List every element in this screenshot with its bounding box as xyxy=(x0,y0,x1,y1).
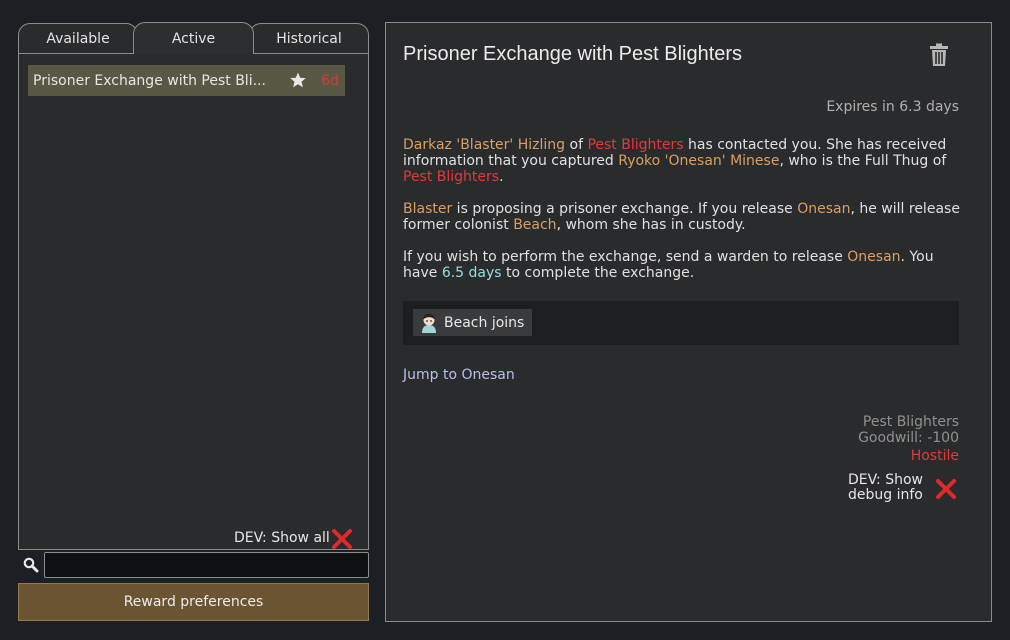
dev-debug-label: DEV: Show debug info xyxy=(848,473,924,503)
text: is proposing a prisoner exchange. If you… xyxy=(452,201,798,217)
time-remaining: 6.5 days xyxy=(441,265,502,281)
name-blaster: Darkaz 'Blaster' Hizling xyxy=(403,137,566,153)
text: of xyxy=(565,137,588,153)
close-icon[interactable] xyxy=(935,478,957,504)
text: If you wish to perform the exchange, sen… xyxy=(403,249,848,265)
dev-show-all-label: DEV: Show all xyxy=(234,530,330,546)
reward-item[interactable]: Beach joins xyxy=(413,309,533,338)
quest-list-panel: Prisoner Exchange with Pest Bli... 6d DE… xyxy=(18,53,369,550)
faction-link: Pest Blighters xyxy=(587,137,684,153)
tab-available[interactable]: Available xyxy=(18,23,138,53)
text: to complete the exchange. xyxy=(501,265,695,281)
rewards-box: Beach joins xyxy=(403,301,959,345)
expires-label: Expires in 6.3 days xyxy=(826,99,959,115)
search-icon xyxy=(23,557,39,577)
description-paragraph-2: Blaster is proposing a prisoner exchange… xyxy=(403,201,969,233)
reward-label: Beach joins xyxy=(444,314,525,331)
tab-historical[interactable]: Historical xyxy=(249,23,369,53)
tab-active[interactable]: Active xyxy=(133,22,254,54)
close-icon[interactable] xyxy=(331,528,353,554)
name-onesan: Onesan xyxy=(797,201,851,217)
reward-preferences-button[interactable]: Reward preferences xyxy=(18,583,369,621)
name-blaster: Blaster xyxy=(403,201,453,217)
quest-detail-panel: Prisoner Exchange with Pest Blighters Ex… xyxy=(385,22,992,622)
name-onesan: Ryoko 'Onesan' Minese xyxy=(618,153,780,169)
faction-name: Pest Blighters xyxy=(862,414,959,430)
faction-goodwill: Goodwill: -100 xyxy=(858,430,959,446)
faction-relation: Hostile xyxy=(910,448,959,464)
faction-link: Pest Blighters xyxy=(403,169,500,185)
pawn-icon xyxy=(419,312,439,338)
name-onesan: Onesan xyxy=(847,249,901,265)
name-beach: Beach xyxy=(513,217,557,233)
jump-to-onesan-link[interactable]: Jump to Onesan xyxy=(403,367,515,383)
trash-icon[interactable] xyxy=(929,43,949,71)
description-paragraph-1: Darkaz 'Blaster' Hizling of Pest Blighte… xyxy=(403,137,969,185)
star-icon[interactable] xyxy=(289,71,307,93)
text: . xyxy=(499,169,504,185)
quest-item-days: 6d xyxy=(321,72,339,89)
description-paragraph-3: If you wish to perform the exchange, sen… xyxy=(403,249,969,281)
text: , whom she has in custody. xyxy=(556,217,746,233)
text: , who is the Full Thug of xyxy=(779,153,947,169)
quest-title: Prisoner Exchange with Pest Blighters xyxy=(403,43,743,65)
quest-item-title: Prisoner Exchange with Pest Bli... xyxy=(33,72,266,89)
quest-list-item[interactable]: Prisoner Exchange with Pest Bli... 6d xyxy=(28,65,345,96)
search-input[interactable] xyxy=(44,552,369,578)
